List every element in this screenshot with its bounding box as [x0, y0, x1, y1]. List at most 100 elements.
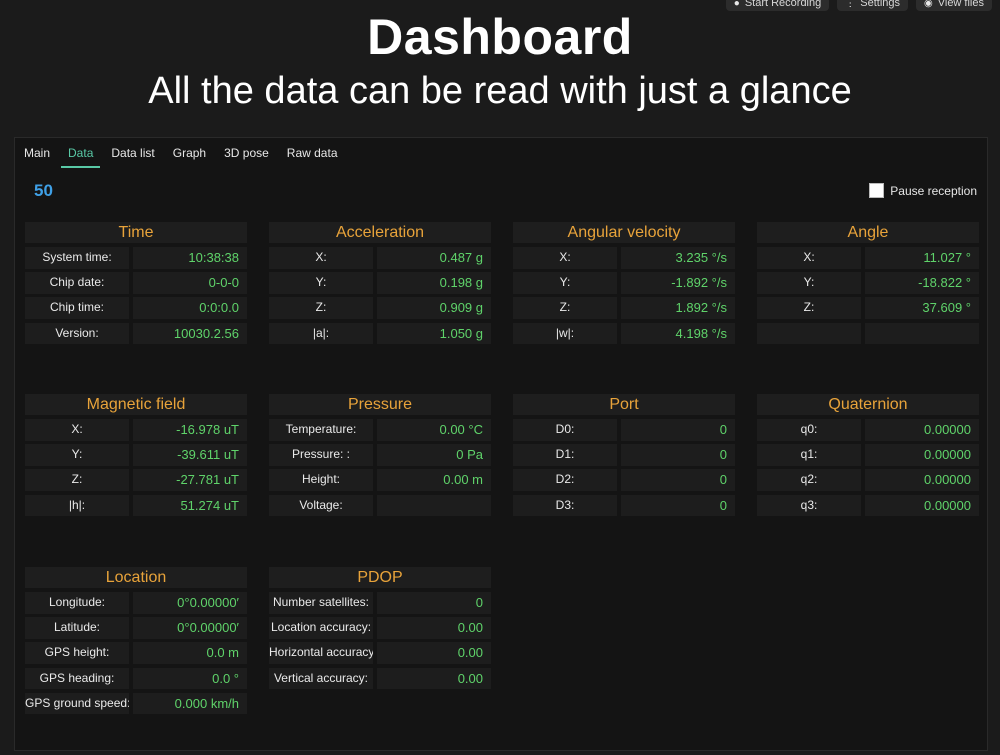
data-row: X: 11.027 °	[757, 247, 979, 269]
data-row: |h|: 51.274 uT	[25, 494, 247, 517]
field-label: Number satellites:	[269, 592, 373, 614]
panel-title: Angle	[757, 222, 979, 243]
data-row: |a|: 1.050 g	[269, 322, 491, 345]
field-value: 0	[621, 494, 735, 517]
field-label: Y:	[25, 444, 129, 466]
hero-subtitle: All the data can be read with just a gla…	[148, 70, 852, 112]
data-row: q0: 0.00000	[757, 419, 979, 441]
field-value: 51.274 uT	[133, 494, 247, 517]
tab-raw-data[interactable]: Raw data	[278, 138, 347, 168]
panel-title: Pressure	[269, 394, 491, 415]
panel-acceleration: Acceleration X: 0.487 g Y: 0.198 g Z: 0.909 g |…	[269, 222, 491, 348]
panel-title: Acceleration	[269, 222, 491, 243]
field-value: 0.00000	[865, 494, 979, 517]
field-value: 0.00	[377, 617, 491, 639]
field-label: q3:	[757, 494, 861, 517]
data-row: X: 0.487 g	[269, 247, 491, 269]
field-value: 0 Pa	[377, 444, 491, 466]
field-value: 0	[377, 592, 491, 614]
field-label: GPS ground speed:	[25, 692, 129, 715]
field-label: |h|:	[25, 494, 129, 517]
data-row: GPS height: 0.0 m	[25, 642, 247, 664]
field-value: 0.198 g	[377, 272, 491, 294]
panel-pressure: Pressure Temperature: 0.00 °C Pressure: :0 …	[269, 394, 491, 520]
field-value: 10:38:38	[133, 247, 247, 269]
data-row: D2: 0	[513, 469, 735, 491]
field-value: 4.198 °/s	[621, 322, 735, 345]
tab-data-list[interactable]: Data list	[102, 138, 163, 168]
data-row: q3: 0.00000	[757, 494, 979, 517]
field-label: GPS heading:	[25, 667, 129, 690]
data-row: Z: -27.781 uT	[25, 469, 247, 491]
data-row: Z: 0.909 g	[269, 297, 491, 319]
panel-title: Time	[25, 222, 247, 243]
data-row: Temperature: 0.00 °C	[269, 419, 491, 441]
field-label: Location accuracy:	[269, 617, 373, 639]
field-value: 1.892 °/s	[621, 297, 735, 319]
field-label	[757, 322, 861, 345]
field-label: X:	[25, 419, 129, 441]
data-row: Z: 1.892 °/s	[513, 297, 735, 319]
data-row: Horizontal accuracy 0.00	[269, 642, 491, 664]
pause-reception-checkbox[interactable]	[869, 183, 885, 198]
data-row: X: -16.978 uT	[25, 419, 247, 441]
data-row: Version: 10030.2.56	[25, 322, 247, 345]
field-value: 37.609 °	[865, 297, 979, 319]
packet-counter: 50	[34, 181, 53, 200]
field-value: 0.00000	[865, 469, 979, 491]
field-value: 0-0-0	[133, 272, 247, 294]
field-label: Version:	[25, 322, 129, 345]
data-row: D3: 0	[513, 494, 735, 517]
field-label: D3:	[513, 494, 617, 517]
field-value: -18.822 °	[865, 272, 979, 294]
panel-title: Location	[25, 567, 247, 588]
field-label: Chip date:	[25, 272, 129, 294]
data-row: Chip date: 0-0-0	[25, 272, 247, 294]
field-label: Height:	[269, 469, 373, 491]
field-label: Voltage:	[269, 494, 373, 517]
data-row: Height: 0.00 m	[269, 469, 491, 491]
field-label: Z:	[25, 469, 129, 491]
data-row: Y: -1.892 °/s	[513, 272, 735, 294]
data-row: Y: -39.611 uT	[25, 444, 247, 466]
tab-3d-pose[interactable]: 3D pose	[215, 138, 278, 168]
field-label: System time:	[25, 247, 129, 269]
field-value: 0.000 km/h	[133, 692, 247, 715]
panel-magnetic-field: Magnetic field X: -16.978 uT Y: -39.611 uT Z:…	[25, 394, 247, 520]
data-row: Y: 0.198 g	[269, 272, 491, 294]
field-value: 0.00	[377, 667, 491, 690]
app-window: Main Data Data list Graph 3D pose Raw da…	[14, 137, 988, 751]
data-row: Chip time: 0:0:0.0	[25, 297, 247, 319]
field-value: -39.611 uT	[133, 444, 247, 466]
field-value: 0	[621, 469, 735, 491]
panel-port: Port D0: 0 D1: 0 D2: 0 D3: 0	[513, 394, 735, 520]
field-value: 10030.2.56	[133, 322, 247, 345]
field-value: -1.892 °/s	[621, 272, 735, 294]
field-label: Y:	[513, 272, 617, 294]
field-value: 0.909 g	[377, 297, 491, 319]
field-value: 0	[621, 444, 735, 466]
panel-title: Magnetic field	[25, 394, 247, 415]
data-row: Pressure: :0 Pa	[269, 444, 491, 466]
data-row: GPS heading: 0.0 °	[25, 667, 247, 690]
field-label: q1:	[757, 444, 861, 466]
pause-reception-toggle[interactable]: Pause reception	[869, 183, 977, 198]
data-row: D0: 0	[513, 419, 735, 441]
field-label: q2:	[757, 469, 861, 491]
data-row: Y: -18.822 °	[757, 272, 979, 294]
field-value: -16.978 uT	[133, 419, 247, 441]
field-value: 0	[621, 419, 735, 441]
tab-main[interactable]: Main	[15, 138, 59, 168]
pause-reception-label: Pause reception	[890, 183, 977, 198]
field-label: D2:	[513, 469, 617, 491]
tab-data[interactable]: Data	[59, 138, 102, 168]
tab-graph[interactable]: Graph	[164, 138, 215, 168]
data-row: Z: 37.609 °	[757, 297, 979, 319]
field-label: Horizontal accuracy	[269, 642, 373, 664]
tab-bar: Main Data Data list Graph 3D pose Raw da…	[15, 138, 347, 168]
data-row: q1: 0.00000	[757, 444, 979, 466]
panel-time: Time System time: 10:38:38 Chip date: 0-0-0 C…	[25, 222, 247, 348]
field-label: D1:	[513, 444, 617, 466]
panel-title: Port	[513, 394, 735, 415]
data-row: Latitude: 0°0.00000′	[25, 617, 247, 639]
